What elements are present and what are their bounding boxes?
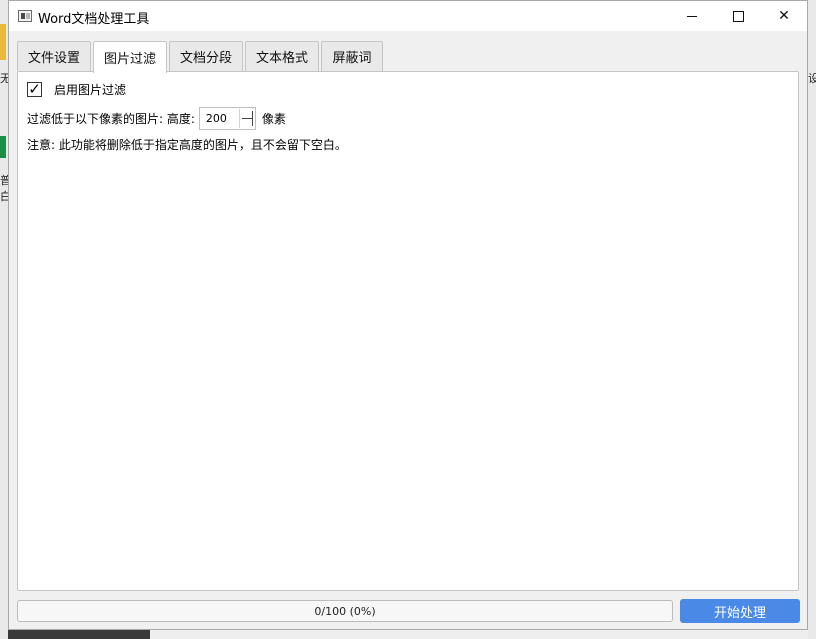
desktop-left-edge [0,0,8,639]
maximize-icon [732,10,744,22]
minimize-icon [687,15,697,17]
height-filter-row: 过滤低于以下像素的图片: 高度: 200 像素 [27,107,286,130]
tab-document-split[interactable]: 文档分段 [169,41,243,71]
spin-buttons[interactable] [238,109,254,128]
title-bar[interactable]: Word文档处理工具 ✕ [9,1,807,31]
desktop-bottom-edge-light [150,630,808,639]
close-icon: ✕ [778,8,790,24]
filter-note: 注意: 此功能将删除低于指定高度的图片，且不会留下空白。 [27,138,347,152]
height-value[interactable]: 200 [206,112,227,125]
app-window: Word文档处理工具 ✕ 文件设置 图片过滤 文档分段 文本格式 屏蔽词 ✓ 启… [8,0,808,630]
enable-filter-checkbox[interactable]: ✓ [27,82,42,97]
height-spinbox[interactable]: 200 [198,107,256,130]
tab-blocked-words[interactable]: 屏蔽词 [321,41,383,71]
height-filter-label: 过滤低于以下像素的图片: 高度: [27,112,195,126]
tab-file-settings[interactable]: 文件设置 [17,41,91,71]
maximize-button[interactable] [715,1,761,31]
unit-label: 像素 [261,112,286,126]
enable-filter-label[interactable]: 启用图片过滤 [54,81,126,98]
checkmark-icon: ✓ [28,80,41,98]
desktop-folder-icon [0,24,6,60]
minimize-button[interactable] [669,1,715,31]
window-title: Word文档处理工具 [38,12,150,27]
start-processing-button[interactable]: 开始处理 [680,599,800,623]
tab-image-filter[interactable]: 图片过滤 [93,41,167,73]
app-icon [18,10,32,22]
tab-bar: 文件设置 图片过滤 文档分段 文本格式 屏蔽词 [17,41,797,73]
desktop-fragment-right: 设 [808,72,816,85]
desktop-right-edge [808,0,816,639]
close-button[interactable]: ✕ [761,1,807,31]
progress-bar: 0/100 (0%) [17,600,673,622]
progress-text: 0/100 (0%) [314,604,376,618]
image-filter-panel: ✓ 启用图片过滤 过滤低于以下像素的图片: 高度: 200 像素 注意: 此功能… [17,71,799,591]
enable-filter-row: ✓ 启用图片过滤 [27,81,126,98]
desktop-app-icon [0,136,6,158]
tab-text-format[interactable]: 文本格式 [245,41,319,71]
